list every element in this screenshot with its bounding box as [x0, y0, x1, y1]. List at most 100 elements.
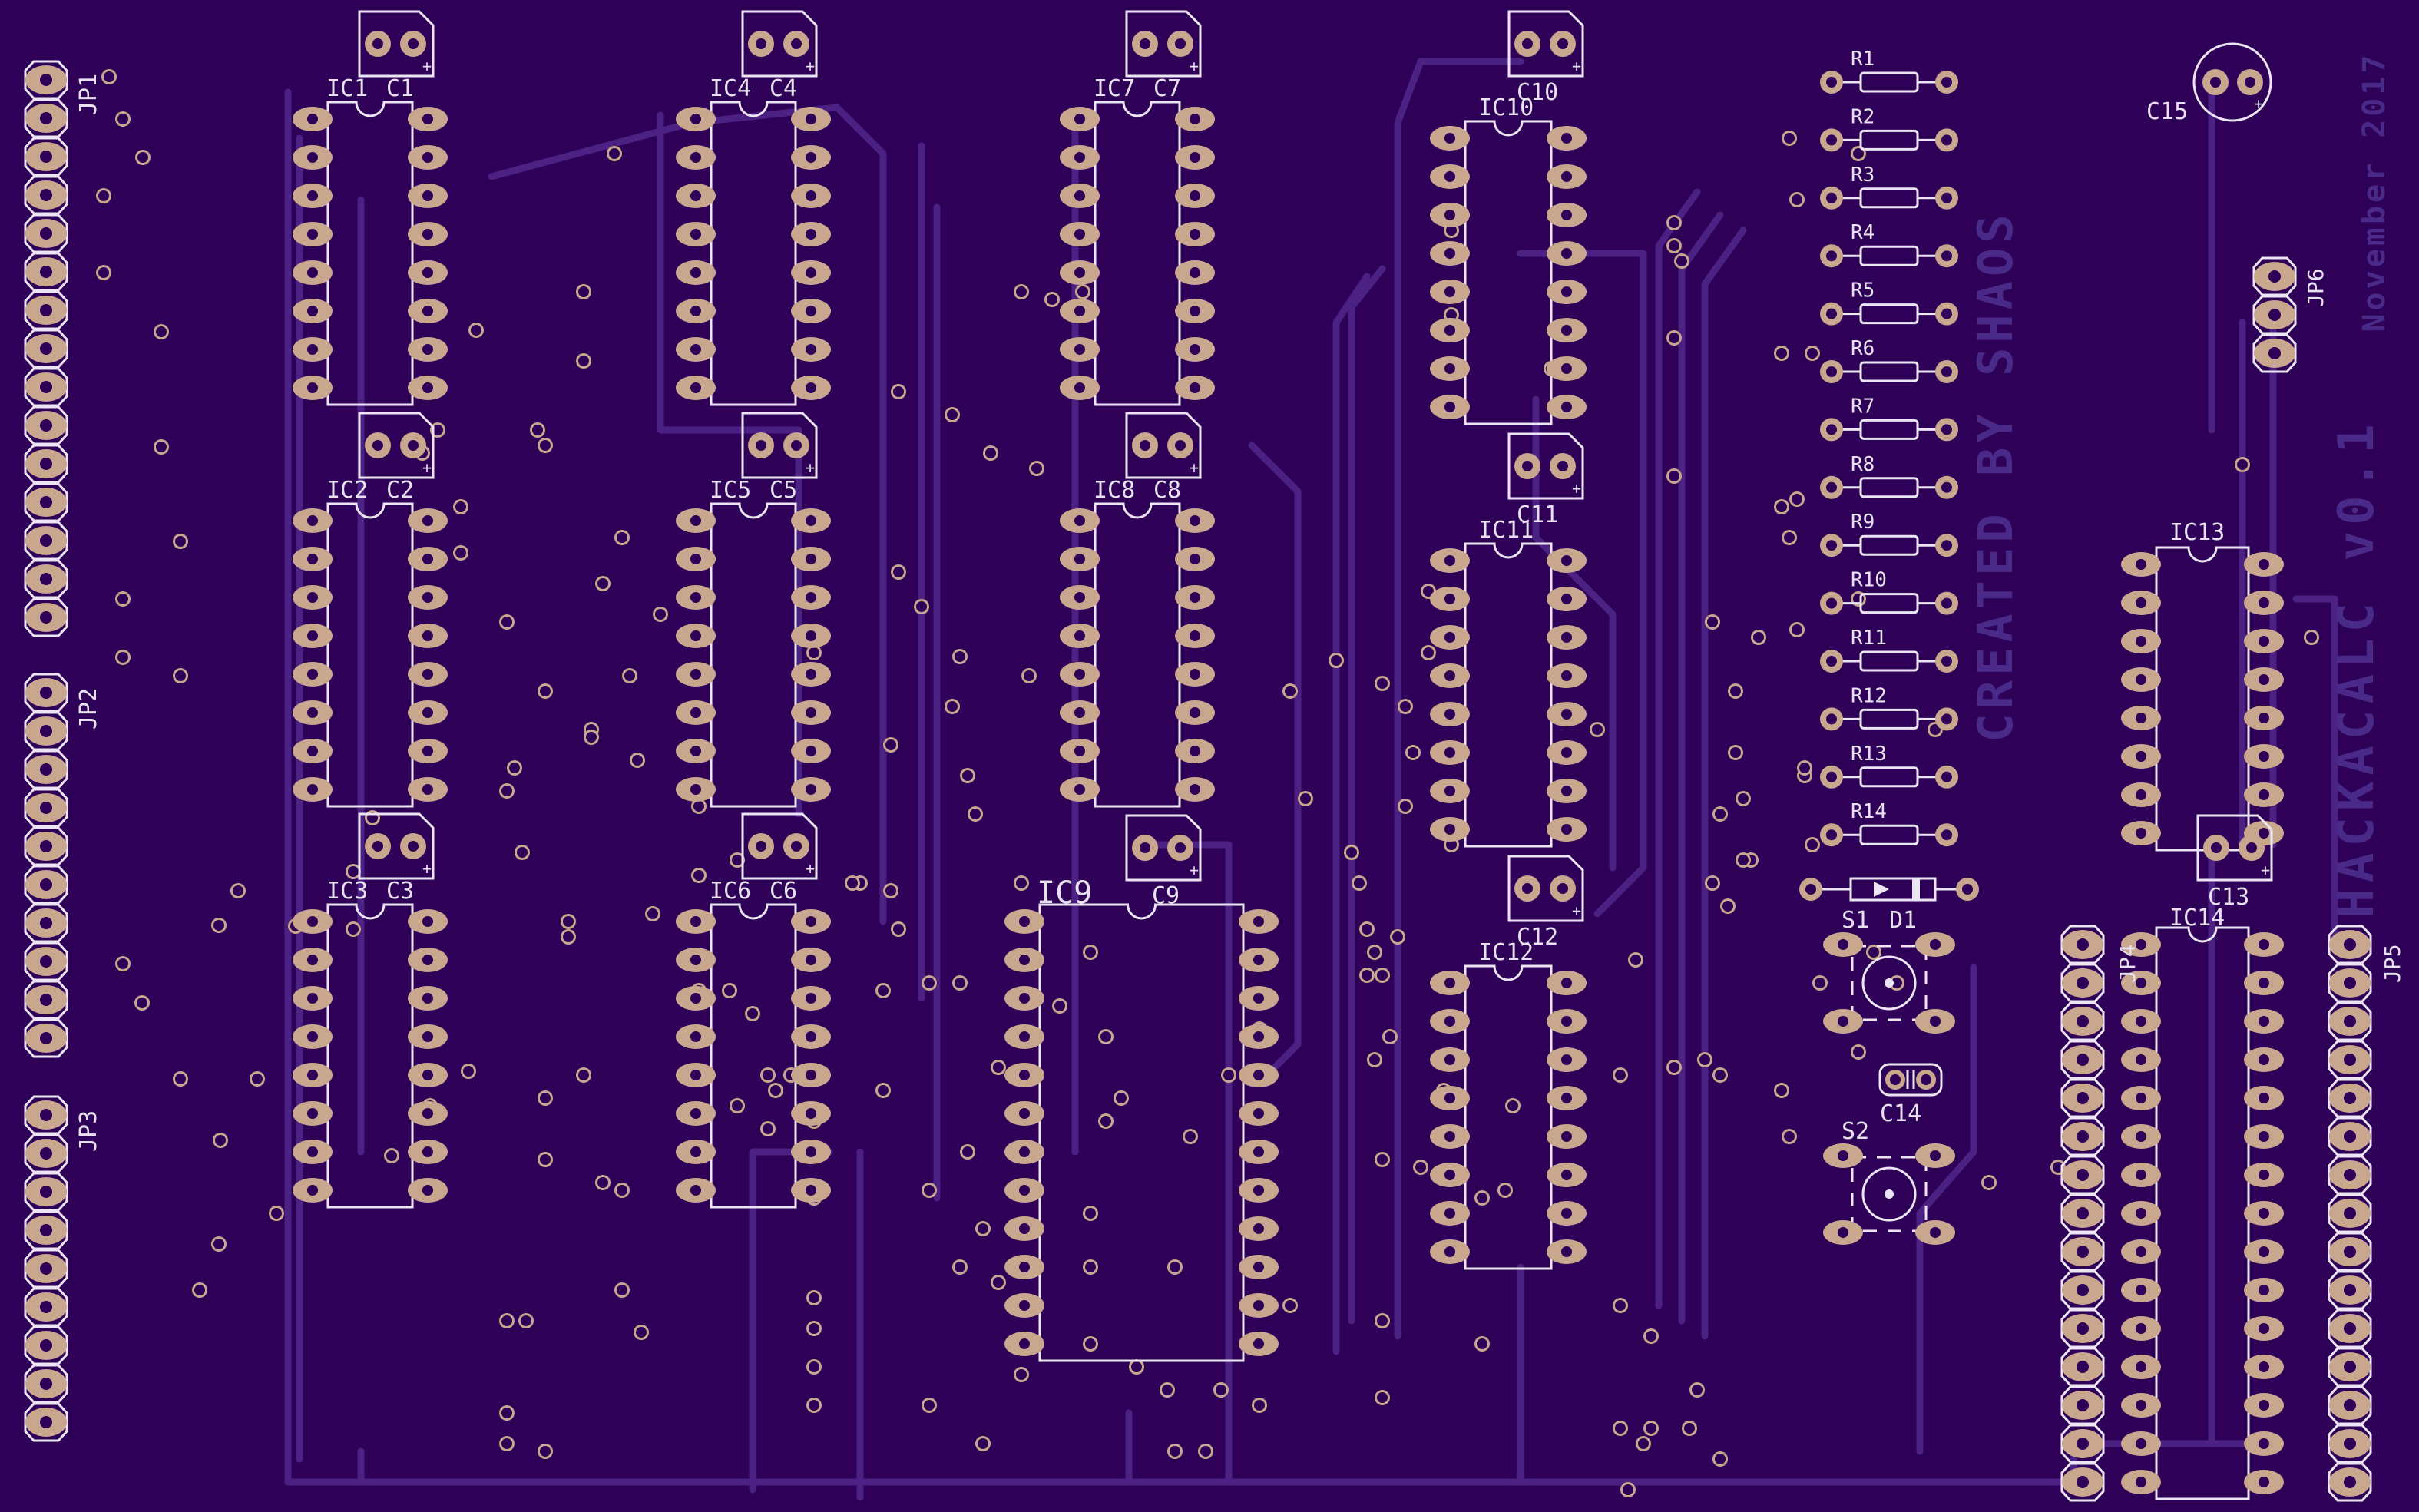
- drill-hole: [1170, 1446, 1180, 1457]
- drill-hole: [307, 114, 318, 124]
- drill-hole: [1019, 1108, 1030, 1119]
- via: [115, 111, 131, 127]
- drill-hole: [747, 1008, 758, 1019]
- via: [1298, 791, 1313, 806]
- drill-hole: [422, 1031, 433, 1042]
- via: [1014, 875, 1029, 891]
- silk-label: C11: [1517, 501, 1558, 528]
- drill-hole: [40, 611, 52, 624]
- via: [1359, 921, 1375, 937]
- silk-label: JP5: [2380, 944, 2405, 983]
- via: [499, 614, 515, 630]
- silk-label: IC7: [1094, 75, 1135, 102]
- drill-hole: [2306, 632, 2317, 643]
- drill-hole: [1561, 1170, 1572, 1180]
- drill-hole: [307, 1185, 318, 1196]
- via: [1044, 292, 1060, 307]
- via: [1705, 875, 1720, 891]
- drill-hole: [1738, 855, 1749, 865]
- drill-hole: [422, 152, 433, 163]
- via: [1114, 1090, 1129, 1106]
- via: [1213, 1382, 1229, 1398]
- drill-hole: [2136, 828, 2146, 839]
- drill-hole: [40, 1032, 52, 1044]
- drill-hole: [1826, 192, 1837, 203]
- drill-hole: [806, 1108, 816, 1119]
- drill-hole: [2077, 938, 2089, 951]
- drill-hole: [422, 1070, 433, 1080]
- plus-mark: +: [1190, 57, 1199, 75]
- drill-hole: [690, 707, 701, 718]
- drill-hole: [194, 1285, 205, 1295]
- via: [1221, 1067, 1236, 1083]
- via: [1613, 1067, 1628, 1083]
- drill-hole: [1826, 713, 1837, 725]
- drill-hole: [307, 554, 318, 564]
- drill-hole: [1253, 1185, 1264, 1196]
- drill-hole: [2136, 1208, 2146, 1219]
- plus-mark: +: [422, 57, 432, 75]
- drill-hole: [1190, 229, 1200, 240]
- drill-hole: [1930, 1016, 1941, 1027]
- drill-hole: [1941, 713, 1952, 725]
- drill-hole: [2210, 77, 2221, 88]
- drill-hole: [175, 670, 186, 681]
- drill-hole: [1669, 1062, 1679, 1073]
- via: [173, 1071, 188, 1087]
- via: [1666, 215, 1682, 230]
- drill-hole: [690, 669, 701, 680]
- drill-hole: [806, 554, 816, 564]
- drill-hole: [40, 994, 52, 1006]
- via: [1375, 968, 1390, 983]
- drill-hole: [690, 1108, 701, 1119]
- drill-hole: [690, 784, 701, 795]
- silk-label: R6: [1851, 337, 1875, 360]
- drill-hole: [690, 152, 701, 163]
- drill-hole: [40, 1109, 52, 1121]
- drill-hole: [471, 325, 481, 336]
- silk-label: S1: [1842, 907, 1869, 934]
- drill-hole: [1253, 1338, 1264, 1349]
- via: [952, 975, 968, 991]
- via: [1282, 683, 1298, 699]
- drill-hole: [806, 344, 816, 355]
- drill-hole: [1941, 656, 1952, 667]
- drill-hole: [1561, 1093, 1572, 1103]
- via: [115, 650, 131, 665]
- via: [1782, 530, 1797, 545]
- silk-label: IC8: [1094, 477, 1135, 504]
- drill-hole: [2136, 1438, 2146, 1449]
- drill-hole: [2077, 1284, 2089, 1296]
- created-by-watermark: CREATED BY SHAOS: [1967, 210, 2024, 742]
- via: [806, 1359, 822, 1375]
- drill-hole: [690, 114, 701, 124]
- via: [561, 914, 576, 929]
- drill-hole: [1074, 515, 1085, 526]
- via: [630, 753, 645, 768]
- via: [1774, 499, 1789, 514]
- via: [891, 921, 906, 937]
- via: [1344, 845, 1359, 860]
- drill-hole: [806, 630, 816, 641]
- via: [1382, 1029, 1398, 1044]
- drill-hole: [806, 592, 816, 603]
- drill-hole: [2268, 270, 2281, 283]
- drill-hole: [690, 993, 701, 1004]
- drill-hole: [501, 617, 512, 627]
- drill-hole: [2344, 1322, 2356, 1335]
- drill-hole: [2259, 674, 2269, 685]
- silk-label: JP3: [75, 1110, 102, 1152]
- drill-hole: [2136, 636, 2146, 647]
- drill-hole: [540, 686, 551, 696]
- drill-hole: [993, 1062, 1004, 1073]
- drill-hole: [2136, 1361, 2146, 1372]
- drill-hole: [422, 746, 433, 756]
- drill-hole: [422, 267, 433, 278]
- drill-hole: [806, 229, 816, 240]
- drill-hole: [509, 763, 520, 773]
- drill-hole: [1444, 1093, 1455, 1103]
- silk-label: R12: [1851, 684, 1887, 707]
- drill-hole: [137, 998, 147, 1008]
- drill-hole: [1074, 669, 1085, 680]
- drill-hole: [1074, 382, 1085, 393]
